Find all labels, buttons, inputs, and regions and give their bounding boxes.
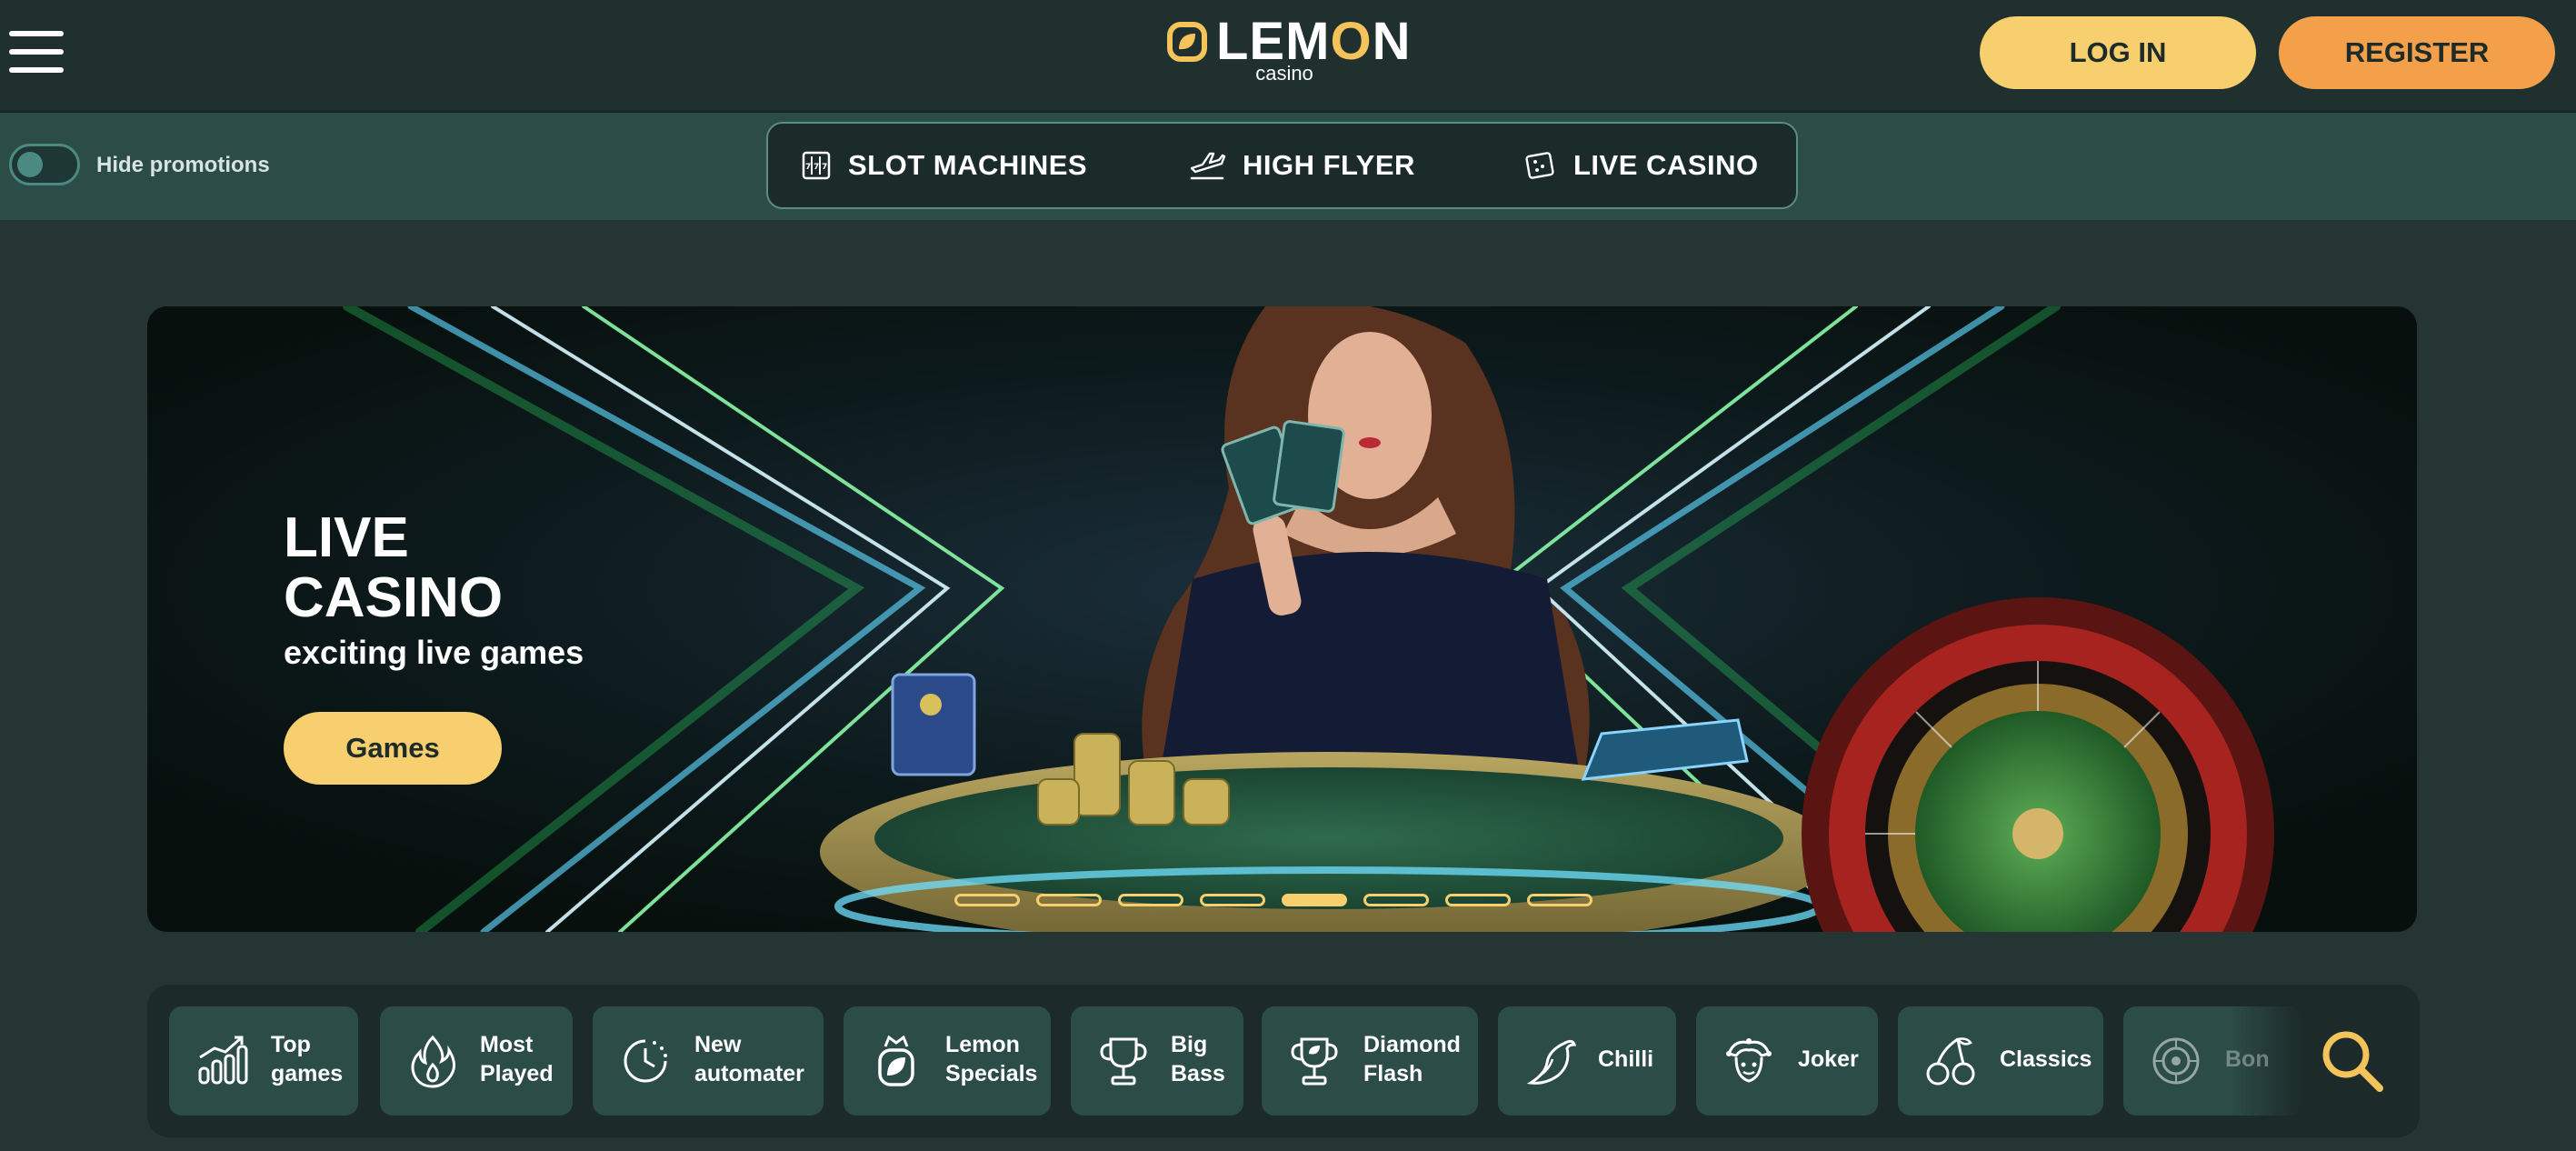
register-button[interactable]: REGISTER <box>2279 16 2555 89</box>
svg-text:7: 7 <box>805 163 812 172</box>
promo-banner[interactable]: LIVE CASINO exciting live games Games <box>147 306 2417 932</box>
category-label: Diamond <box>1363 1032 1461 1057</box>
category-lemon-specials[interactable]: Lemon Specials <box>844 1006 1051 1116</box>
menu-icon-line <box>9 49 64 55</box>
cherries-icon <box>1926 1037 1975 1086</box>
hide-promotions-label: Hide promotions <box>96 153 270 177</box>
carousel-dot[interactable] <box>1445 894 1511 906</box>
category-label: Big <box>1171 1032 1208 1057</box>
chilli-icon <box>1526 1039 1577 1085</box>
trophy-icon <box>1291 1037 1338 1086</box>
category-label: Top <box>271 1032 311 1057</box>
joker-icon <box>1726 1038 1772 1083</box>
banner-subtitle: exciting live games <box>284 634 584 671</box>
chart-icon <box>198 1036 248 1085</box>
tab-label: SLOT MACHINES <box>848 149 1088 181</box>
game-type-tabs: 7 7 7 SLOT MACHINES HIGH FLYER LIVE CASI… <box>766 122 1798 209</box>
hide-promotions-toggle[interactable] <box>9 144 80 185</box>
login-button[interactable]: LOG IN <box>1980 16 2256 89</box>
category-bonus[interactable]: Bon <box>2123 1006 2301 1116</box>
category-label: Chilli <box>1598 1046 1654 1072</box>
clock-icon <box>624 1039 667 1083</box>
category-label: Lemon <box>945 1032 1020 1057</box>
category-classics[interactable]: Classics <box>1898 1006 2103 1116</box>
tab-high-flyer[interactable]: HIGH FLYER <box>1188 124 1415 207</box>
tab-live-casino[interactable]: LIVE CASINO <box>1523 124 1759 207</box>
svg-text:7: 7 <box>814 163 820 172</box>
sub-navigation-bar: Hide promotions 7 7 7 SLOT MACHINES HIGH… <box>0 113 2576 220</box>
tab-slot-machines[interactable]: 7 7 7 SLOT MACHINES <box>801 124 1087 207</box>
category-label: automater <box>694 1061 804 1086</box>
tab-label: LIVE CASINO <box>1573 149 1759 181</box>
toggle-knob <box>17 152 43 177</box>
lemon-crown-icon <box>878 1035 914 1086</box>
category-chilli[interactable]: Chilli <box>1498 1006 1676 1116</box>
slot-machine-icon: 7 7 7 <box>802 151 831 180</box>
menu-icon[interactable] <box>9 31 64 73</box>
carousel-dot[interactable] <box>1200 894 1265 906</box>
carousel-dot[interactable] <box>1282 894 1347 906</box>
svg-text:7: 7 <box>822 163 828 172</box>
category-label: Flash <box>1363 1061 1423 1086</box>
category-label: Most <box>480 1032 534 1057</box>
category-joker[interactable]: Joker <box>1696 1006 1878 1116</box>
carousel-dot[interactable] <box>1363 894 1429 906</box>
carousel-dot[interactable] <box>1527 894 1593 906</box>
category-label: Specials <box>945 1061 1038 1086</box>
carousel-indicators <box>954 894 1593 906</box>
banner-title: LIVE CASINO <box>284 506 504 629</box>
site-logo[interactable]: LEMON casino <box>1167 15 1410 87</box>
category-diamond-flash[interactable]: Diamond Flash <box>1262 1006 1478 1116</box>
games-button[interactable]: Games <box>284 712 502 785</box>
search-icon[interactable] <box>2316 1025 2389 1097</box>
tab-label: HIGH FLYER <box>1243 149 1415 181</box>
category-most-played[interactable]: Most Played <box>380 1006 573 1116</box>
category-big-bass[interactable]: Big Bass <box>1071 1006 1243 1116</box>
plane-icon <box>1190 152 1226 180</box>
logo-subtitle: casino <box>1255 62 1313 85</box>
carousel-dot[interactable] <box>1118 894 1183 906</box>
category-label: Bon <box>2225 1046 2270 1072</box>
top-header: LEMON casino LOG IN REGISTER <box>0 0 2576 113</box>
menu-icon-line <box>9 31 64 36</box>
category-new-automater[interactable]: New automater <box>593 1006 824 1116</box>
category-top-games[interactable]: Top games <box>169 1006 358 1116</box>
carousel-dot[interactable] <box>954 894 1020 906</box>
category-label: Classics <box>2000 1046 2092 1072</box>
bonus-wheel-icon <box>2152 1037 2200 1085</box>
trophy-icon <box>1100 1037 1147 1086</box>
category-label: New <box>694 1032 742 1057</box>
menu-icon-line <box>9 67 64 73</box>
cards-icon <box>1525 152 1554 179</box>
category-label: Played <box>480 1061 554 1086</box>
category-label: Bass <box>1171 1061 1225 1086</box>
lemon-logo-icon <box>1167 22 1207 62</box>
category-bar: Top games Most Played New automater Lemo… <box>147 985 2420 1137</box>
category-label: Joker <box>1798 1046 1859 1072</box>
category-label: games <box>271 1061 344 1086</box>
carousel-dot[interactable] <box>1036 894 1102 906</box>
flame-icon <box>411 1035 455 1088</box>
